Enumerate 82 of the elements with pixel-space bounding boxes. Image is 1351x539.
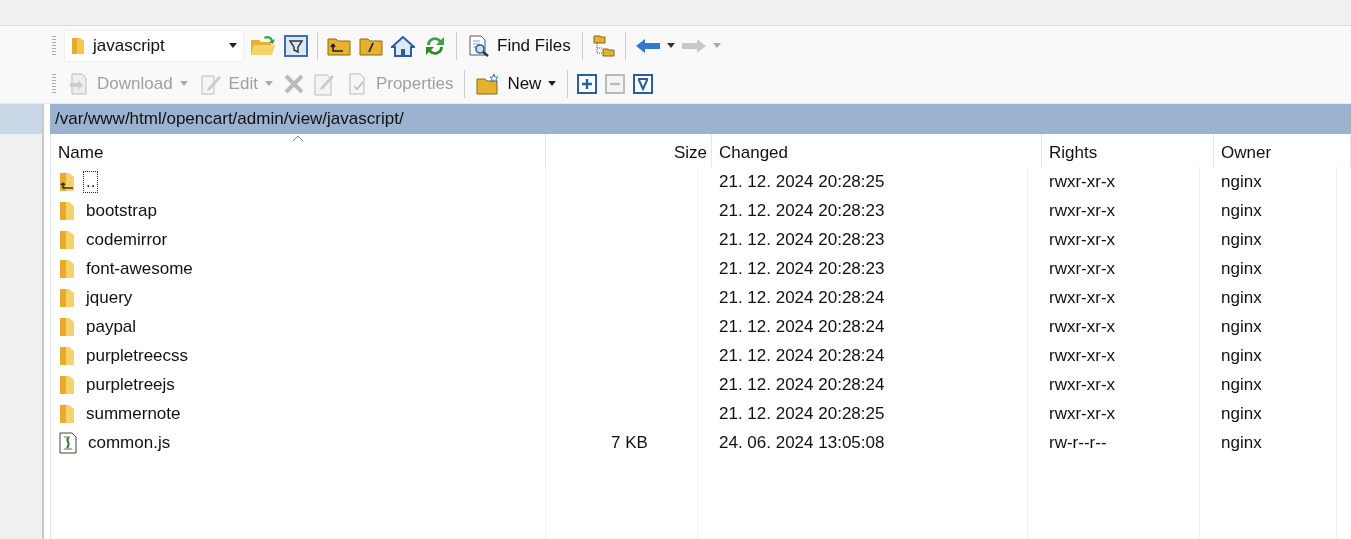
caret-icon <box>548 81 557 86</box>
folder-icon <box>59 287 75 308</box>
modified-date: 21. 12. 2024 20:28:24 <box>719 374 885 395</box>
folder-icon <box>59 258 75 279</box>
caret-icon <box>264 81 273 86</box>
file-size: 7 KB <box>611 432 648 453</box>
column-header[interactable]: Changed <box>712 134 1042 167</box>
modified-date: 21. 12. 2024 20:28:25 <box>719 403 885 424</box>
owner-name: nginx <box>1221 316 1262 337</box>
pane-header <box>0 104 42 134</box>
permissions: rwxr-xr-x <box>1049 171 1116 192</box>
permissions: rwxr-xr-x <box>1049 345 1116 366</box>
new-button[interactable]: New <box>472 67 561 100</box>
parent-folder-icon[interactable] <box>327 35 351 56</box>
caret-icon <box>229 43 237 48</box>
folder-icon <box>59 200 75 221</box>
refresh-icon[interactable] <box>423 34 447 57</box>
modified-date: 21. 12. 2024 20:28:23 <box>719 258 885 279</box>
caret-icon <box>179 81 188 86</box>
file-name[interactable]: codemirror <box>83 228 171 251</box>
owner-name: nginx <box>1221 229 1262 250</box>
column-header[interactable]: Size <box>546 134 712 167</box>
column-header[interactable]: Rights <box>1042 134 1214 167</box>
folder-icon <box>59 229 75 250</box>
find-files-button[interactable]: Find Files <box>464 29 575 62</box>
plus-icon[interactable] <box>577 73 598 94</box>
file-name[interactable]: paypal <box>83 315 140 338</box>
permissions: rwxr-xr-x <box>1049 374 1116 395</box>
owner-name: nginx <box>1221 432 1262 453</box>
owner-name: nginx <box>1221 403 1262 424</box>
permissions: rwxr-xr-x <box>1049 287 1116 308</box>
select-all-icon[interactable] <box>633 73 654 94</box>
owner-name: nginx <box>1221 345 1262 366</box>
permissions: rwxr-xr-x <box>1049 200 1116 221</box>
file-name[interactable]: font-awesome <box>83 257 196 280</box>
script-file-icon <box>59 431 77 454</box>
column-header[interactable]: Name <box>51 134 546 167</box>
file-name[interactable]: purpletreejs <box>83 373 178 396</box>
modified-date: 21. 12. 2024 20:28:24 <box>719 287 885 308</box>
parent-folder-icon <box>59 171 75 192</box>
root-folder-icon[interactable] <box>359 35 383 56</box>
folder-icon <box>59 345 75 366</box>
open-folder-icon[interactable] <box>250 34 276 57</box>
owner-name: nginx <box>1221 287 1262 308</box>
permissions: rwxr-xr-x <box>1049 258 1116 279</box>
permissions: rwxr-xr-x <box>1049 316 1116 337</box>
file-name[interactable]: purpletreecss <box>83 344 192 367</box>
new-folder-icon <box>476 72 501 95</box>
folder-tree-icon[interactable] <box>591 33 616 58</box>
file-name[interactable]: jquery <box>83 286 136 309</box>
file-name[interactable]: summernote <box>83 402 184 425</box>
home-icon[interactable] <box>391 34 415 57</box>
pencil-icon <box>199 72 222 95</box>
modified-date: 21. 12. 2024 20:28:25 <box>719 171 885 192</box>
document-icon <box>68 72 90 95</box>
modified-date: 21. 12. 2024 20:28:23 <box>719 229 885 250</box>
permissions: rw-r--r-- <box>1049 432 1107 453</box>
permissions: rwxr-xr-x <box>1049 229 1116 250</box>
modified-date: 21. 12. 2024 20:28:23 <box>719 200 885 221</box>
folder-icon <box>71 36 85 55</box>
folder-icon <box>59 403 75 424</box>
location-dropdown[interactable]: javascript <box>64 29 244 62</box>
caret-icon[interactable] <box>666 43 675 48</box>
column-header[interactable]: Owner <box>1214 134 1351 167</box>
modified-date: 24. 06. 2024 13:05:08 <box>719 432 885 453</box>
search-icon <box>468 34 490 57</box>
owner-name: nginx <box>1221 374 1262 395</box>
folder-icon <box>59 316 75 337</box>
modified-date: 21. 12. 2024 20:28:24 <box>719 345 885 366</box>
modified-date: 21. 12. 2024 20:28:24 <box>719 316 885 337</box>
owner-name: nginx <box>1221 258 1262 279</box>
owner-name: nginx <box>1221 171 1262 192</box>
location-value: javascript <box>93 35 166 56</box>
file-name[interactable]: .. <box>83 170 99 193</box>
file-name[interactable]: bootstrap <box>83 199 160 222</box>
permissions: rwxr-xr-x <box>1049 403 1116 424</box>
filter-icon[interactable] <box>284 34 308 57</box>
folder-icon <box>59 374 75 395</box>
path-bar: /var/www/html/opencart/admin/view/javascript/ <box>50 104 1351 134</box>
back-arrow-icon[interactable] <box>634 37 661 54</box>
file-name[interactable]: common.js <box>85 431 174 454</box>
owner-name: nginx <box>1221 200 1262 221</box>
